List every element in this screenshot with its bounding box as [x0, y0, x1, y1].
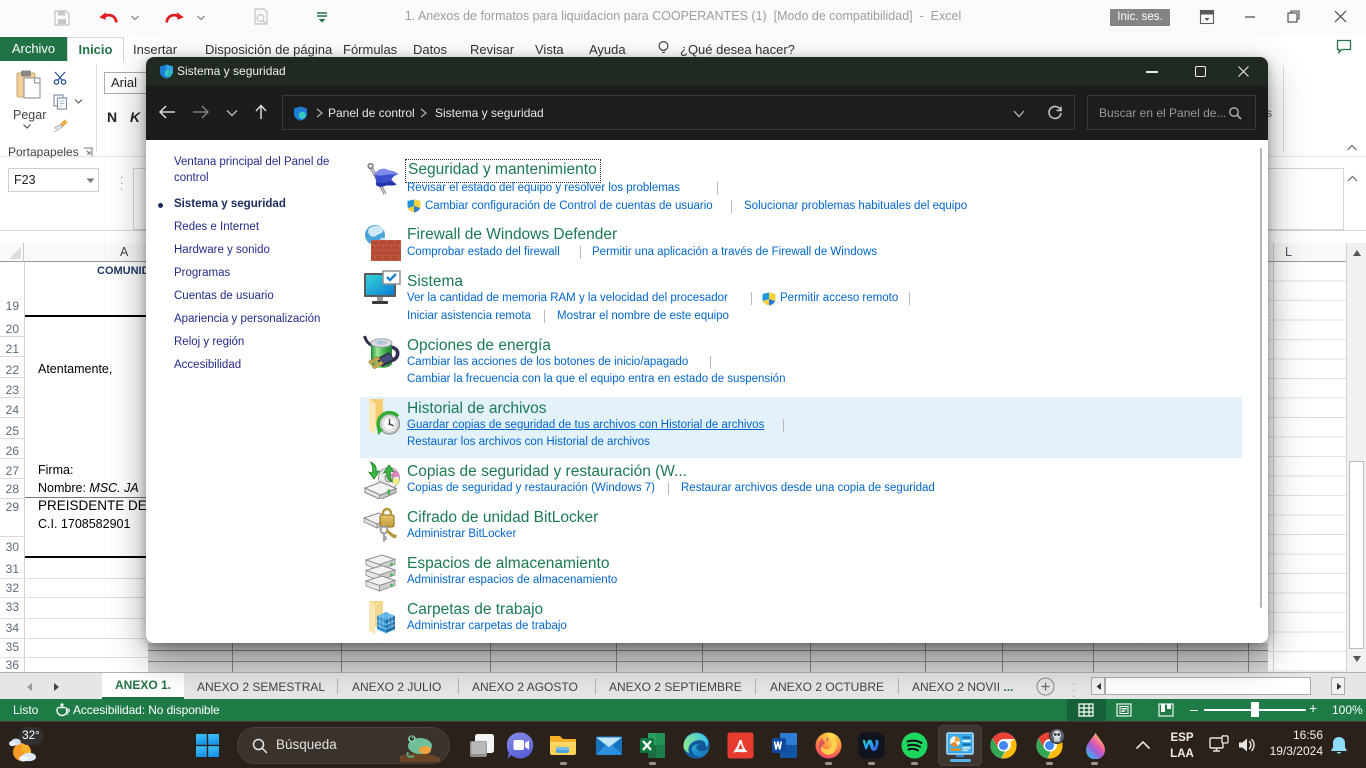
- svg-text:?: ?: [65, 707, 71, 717]
